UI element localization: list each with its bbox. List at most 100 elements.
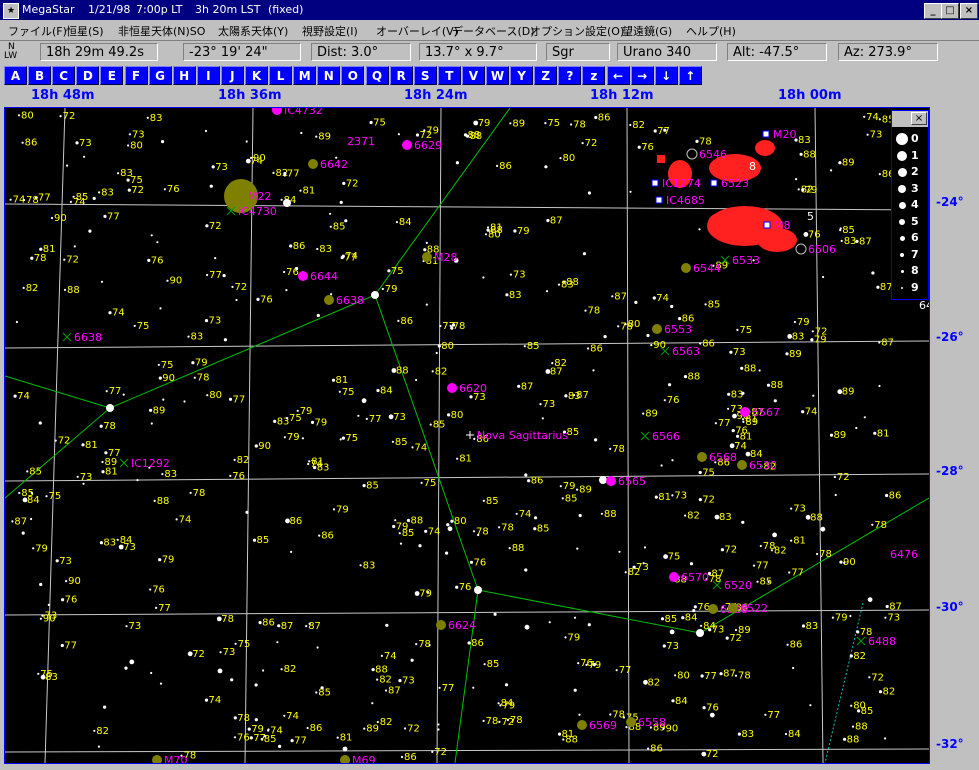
star <box>285 417 289 420</box>
app-icon[interactable]: ★ <box>3 3 19 19</box>
menu-overlay[interactable]: オーバーレイ(V) <box>376 23 458 39</box>
catalog-button-9[interactable]: J <box>220 66 244 85</box>
catalog-button-25[interactable]: ← <box>606 66 630 85</box>
star-magnitude: 77 <box>657 126 670 137</box>
catalog-button-13[interactable]: N <box>317 66 341 85</box>
title-bar: ★ MegaStar 1/21/98 7:00p LT 3h 20m LST (… <box>0 0 979 20</box>
object-cluster[interactable]: M69 <box>340 754 376 763</box>
object-cluster[interactable]: 6642 <box>308 158 348 171</box>
catalog-button-28[interactable]: ↑ <box>678 66 702 85</box>
object-planetary[interactable]: IC4732 <box>272 108 323 117</box>
object-planetary[interactable]: 6644 <box>298 270 338 283</box>
sky-canvas[interactable]: 7887778480778389867785758788828678788681… <box>5 108 929 763</box>
minimize-button[interactable]: _ <box>924 3 942 19</box>
object-cross[interactable]: 6566 <box>640 430 680 443</box>
object-text[interactable]: 64 <box>919 299 929 312</box>
star-magnitude: 89 <box>842 387 855 398</box>
close-button[interactable]: × <box>960 3 978 19</box>
object-nova[interactable]: Nova Sagittarius <box>466 429 568 442</box>
star <box>189 491 192 494</box>
catalog-button-18[interactable]: T <box>437 66 461 85</box>
object-text[interactable]: 6476 <box>890 548 918 561</box>
menu-database[interactable]: データベース(D) <box>452 23 535 39</box>
star <box>573 394 576 397</box>
menu-options[interactable]: オプション設定(O) <box>530 23 624 39</box>
catalog-button-1[interactable]: B <box>28 66 52 85</box>
object-text[interactable]: 2371 <box>347 135 375 148</box>
object-nebula[interactable]: IC1274 <box>651 177 701 190</box>
object-planetary[interactable]: 6565 <box>606 475 646 488</box>
catalog-button-2[interactable]: C <box>52 66 76 85</box>
catalog-button-19[interactable]: V <box>461 66 485 85</box>
catalog-button-26[interactable]: → <box>630 66 654 85</box>
object-cluster[interactable]: 6569 <box>577 719 617 732</box>
star-chart[interactable]: 78 87 77 84 80 77 83 89 86 77 85 75 87 88 82 86 78 78 86 81… <box>4 107 930 764</box>
star <box>369 120 373 125</box>
star <box>663 399 666 402</box>
object-planetary[interactable]: 6629 <box>402 139 442 152</box>
object-cluster[interactable]: 6568 <box>697 451 737 464</box>
object-text[interactable]: 8 <box>749 160 756 173</box>
legend-close-button[interactable]: × <box>911 112 927 125</box>
object-cluster[interactable]: 6638 <box>324 294 364 307</box>
catalog-button-12[interactable]: M <box>293 66 317 85</box>
star <box>162 398 165 401</box>
catalog-button-15[interactable]: Q <box>365 66 389 85</box>
catalog-button-8[interactable]: I <box>196 66 220 85</box>
object-cross[interactable]: 6563 <box>660 345 700 358</box>
object-cluster[interactable]: 6553 <box>652 323 692 336</box>
object-cross[interactable]: IC1292 <box>119 457 170 470</box>
catalog-button-21[interactable]: Y <box>510 66 534 85</box>
star <box>734 674 738 677</box>
catalog-button-0[interactable]: A <box>4 66 27 85</box>
menu-stars[interactable]: 恒星(S) <box>66 23 104 39</box>
nebula-icon <box>655 196 663 204</box>
menu-help[interactable]: ヘルプ(H) <box>686 23 736 39</box>
star <box>469 395 473 399</box>
menu-file[interactable]: ファイル(F) <box>8 23 67 39</box>
window-bottom-border <box>0 764 979 770</box>
catalog-button-16[interactable]: R <box>389 66 413 85</box>
object-nebula[interactable]: 6523 <box>710 177 749 190</box>
menu-solar-system[interactable]: 太陽系天体(Y) <box>218 23 288 39</box>
object-nebula[interactable]: IC4685 <box>655 194 705 207</box>
catalog-button-11[interactable]: L <box>269 66 293 85</box>
object-ring[interactable]: 6546 <box>686 148 727 161</box>
object-cluster[interactable]: 6544 <box>681 262 721 275</box>
legend-magnitude: 8 <box>911 264 919 277</box>
catalog-button-10[interactable]: K <box>245 66 268 85</box>
legend-header[interactable]: × <box>892 111 928 127</box>
star <box>157 363 160 366</box>
catalog-button-23[interactable]: ? <box>558 66 582 85</box>
menu-nonstellar[interactable]: 非恒星天体(N)SO <box>118 23 205 39</box>
object-ring[interactable]: 6506 <box>795 243 836 256</box>
object-planetary[interactable]: 6620 <box>447 382 487 395</box>
object-cluster[interactable]: M70 <box>152 754 188 763</box>
object-nebula[interactable]: M20 <box>762 128 797 141</box>
catalog-button-17[interactable]: S <box>413 66 437 85</box>
catalog-button-20[interactable]: W <box>486 66 509 85</box>
menu-telescope[interactable]: 望遠鏡(G) <box>622 23 672 39</box>
magnitude-legend[interactable]: × 0 1 2 3 4 5 6 7 8 9 <box>891 110 929 300</box>
menu-view-settings[interactable]: 視野設定(I) <box>302 23 358 39</box>
object-cross[interactable]: 6638 <box>62 331 102 344</box>
star <box>517 384 521 388</box>
object-cluster[interactable]: 6530 <box>737 459 777 472</box>
object-cluster[interactable]: 6624 <box>436 619 476 632</box>
catalog-button-7[interactable]: H <box>172 66 196 85</box>
catalog-button-3[interactable]: D <box>76 66 100 85</box>
star <box>576 488 579 491</box>
catalog-button-27[interactable]: ↓ <box>654 66 678 85</box>
altitude-field: Alt: -47.5° <box>727 43 827 61</box>
catalog-button-5[interactable]: F <box>124 66 148 85</box>
catalog-button-22[interactable]: Z <box>534 66 558 85</box>
star <box>435 351 438 355</box>
object-text[interactable]: 5 <box>807 210 814 223</box>
maximize-button[interactable]: □ <box>941 3 959 19</box>
star-magnitude: 73 <box>887 613 900 624</box>
catalog-button-6[interactable]: G <box>148 66 172 85</box>
object-label: 6523 <box>721 177 749 190</box>
catalog-button-14[interactable]: O <box>341 66 365 85</box>
catalog-button-4[interactable]: E <box>100 66 124 85</box>
catalog-button-24[interactable]: z <box>582 66 606 85</box>
